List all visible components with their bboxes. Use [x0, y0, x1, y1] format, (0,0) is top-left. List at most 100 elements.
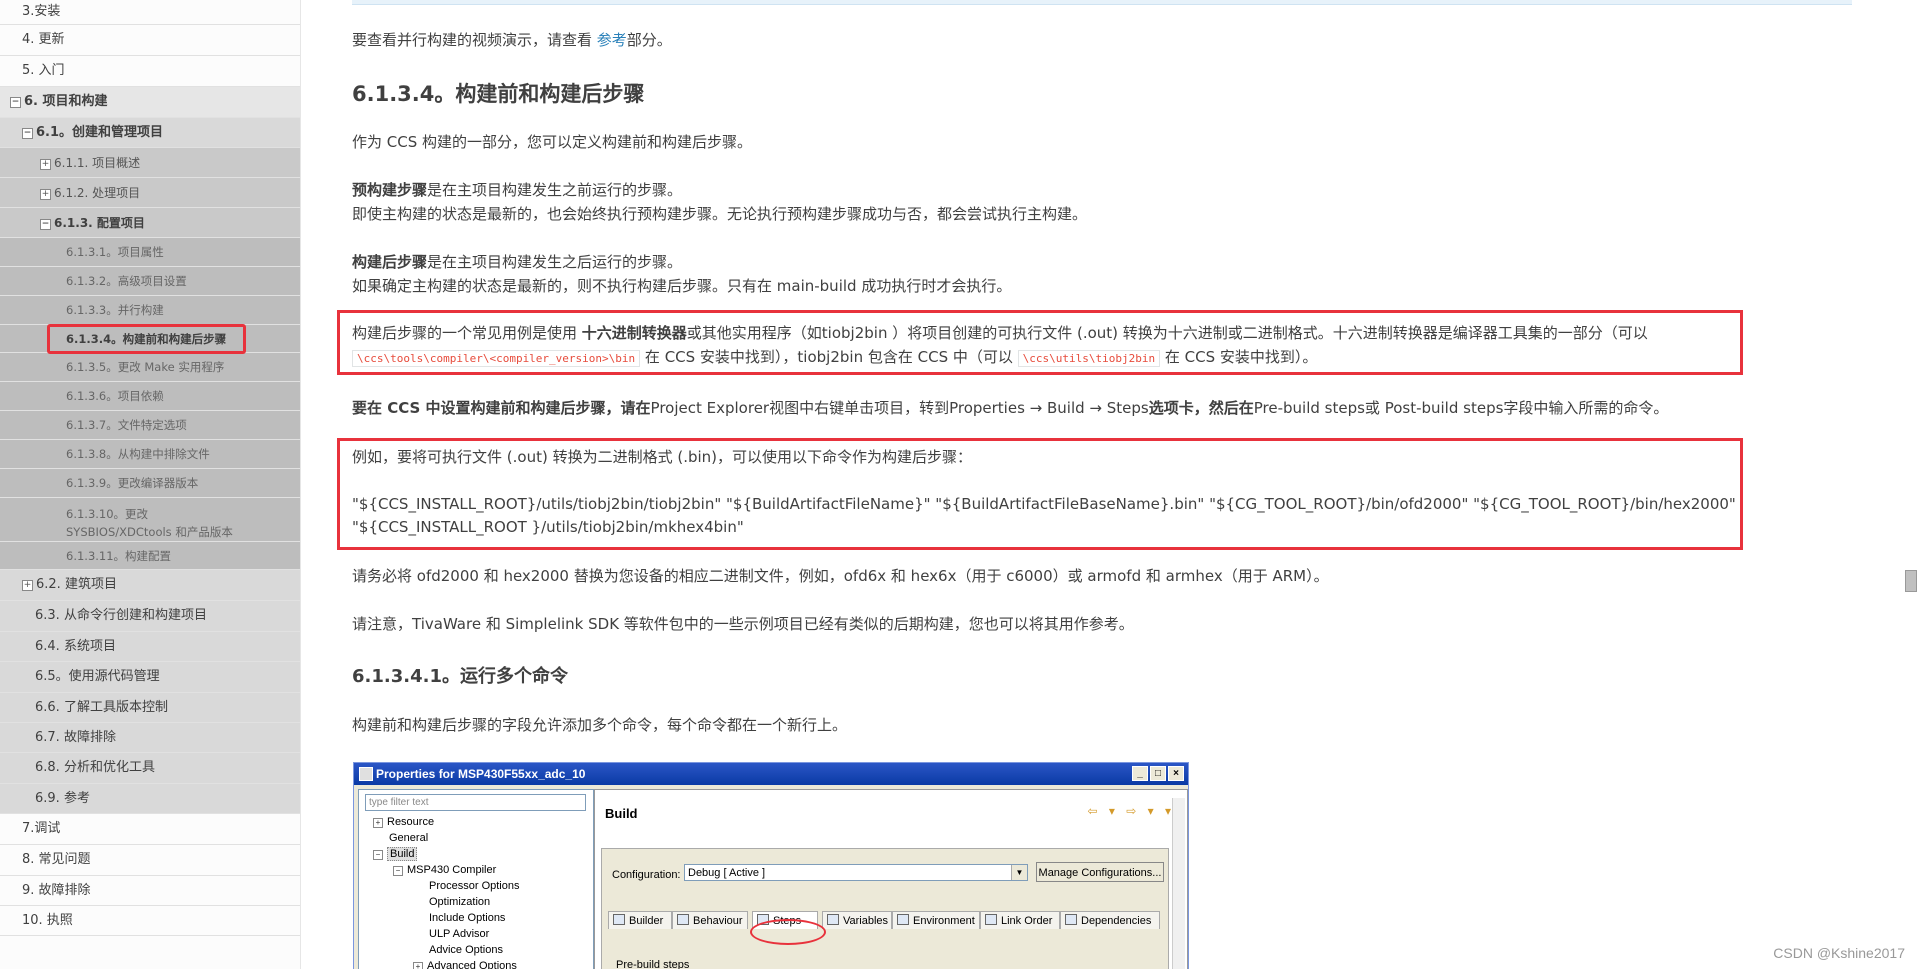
nav-item-configure-project[interactable]: −6.1.3. 配置项目: [0, 208, 300, 238]
hex-text-a: 构建后步骤的一个常见用例是使用: [352, 324, 582, 342]
intro-text-end: 部分。: [626, 31, 672, 49]
tree-item-general: General: [389, 832, 428, 844]
tree-item-advice: Advice Options: [429, 944, 503, 956]
nav-item-compiler-version[interactable]: 6.1.3.9。更改编译器版本: [0, 469, 300, 498]
tree-label: Resource: [387, 816, 435, 828]
nav-label: 8. 常见问题: [22, 852, 91, 867]
nav-item-project-deps[interactable]: 6.1.3.6。项目依赖: [0, 382, 300, 411]
nav-item-exclude-files[interactable]: 6.1.3.8。从构建中排除文件: [0, 440, 300, 469]
nav-item-troubleshooting-top[interactable]: 9. 故障排除: [0, 876, 300, 906]
nav-label: 6.1.3.11。构建配置: [66, 548, 172, 563]
nav-item-tool-versioning[interactable]: 6.6. 了解工具版本控制: [0, 693, 300, 723]
collapse-icon[interactable]: −: [10, 97, 21, 108]
nav-item-getting-started[interactable]: 5. 入门: [0, 56, 300, 87]
page-scrollbar-thumb[interactable]: [1905, 570, 1917, 592]
nav-label: 6.1.3.6。项目依赖: [66, 389, 164, 403]
nav-label: 6.8. 分析和优化工具: [35, 760, 155, 775]
expand-icon[interactable]: +: [40, 188, 51, 200]
sidebar-nav: 3.安装 4. 更新 5. 入门 −6. 项目和构建 −6.1。创建和管理项目 …: [0, 0, 301, 969]
dialog-title: Properties for MSP430F55xx_adc_10: [376, 767, 586, 781]
nav-item-debug[interactable]: 7.调试: [0, 814, 300, 845]
collapse-icon[interactable]: −: [40, 218, 51, 230]
expand-icon[interactable]: +: [22, 580, 33, 591]
link-order-icon: [985, 914, 997, 925]
nav-item-projects-build[interactable]: −6. 项目和构建: [0, 87, 300, 118]
tab-label: Builder: [629, 915, 664, 927]
tree-item-compiler: − MSP430 Compiler: [393, 864, 496, 876]
properties-dialog-image: Properties for MSP430F55xx_adc_10 _ □ × …: [353, 762, 1189, 969]
nav-item-advanced-settings[interactable]: 6.1.3.2。高级项目设置: [0, 267, 300, 296]
setup-bold-1: 要在 CCS 中设置构建前和构建后步骤，请在: [352, 399, 651, 417]
minimize-icon: _: [1132, 766, 1148, 781]
tab-label: Behaviour: [693, 915, 743, 927]
nav-item-building-projects[interactable]: +6.2. 建筑项目: [0, 570, 300, 601]
hex-text-c: 在 CCS 安装中找到），tiobj2bin 包含在 CCS 中（可以: [640, 348, 1018, 366]
tiobj2bin-path-code: \ccs\utils\tiobj2bin: [1017, 350, 1161, 367]
nav-label: 6.1.3.2。高级项目设置: [66, 274, 187, 288]
tree-item-optimization: Optimization: [429, 896, 490, 908]
nav-item-build-config[interactable]: 6.1.3.11。构建配置: [0, 542, 300, 570]
expand-icon[interactable]: +: [40, 158, 51, 170]
config-group: Configuration: Debug [ Active ] ▼ Manage …: [601, 848, 1169, 969]
dependencies-icon: [1065, 914, 1077, 925]
paragraph-intro: 作为 CCS 构建的一部分，您可以定义构建前和构建后步骤。: [352, 133, 753, 151]
config-label: Configuration:: [612, 869, 681, 881]
collapse-icon: −: [373, 850, 383, 860]
collapse-icon[interactable]: −: [22, 127, 33, 139]
tree-label: General: [389, 832, 429, 844]
nav-item-system-projects[interactable]: 6.4. 系统项目: [0, 632, 300, 662]
nav-label: 6.1.3. 配置项目: [54, 215, 145, 230]
build-settings-pane: Build ⇦ ▾ ⇨ ▾ ▾ Configuration: Debug [ A…: [594, 789, 1188, 969]
nav-item-create-manage[interactable]: −6.1。创建和管理项目: [0, 118, 300, 148]
nav-item-file-options[interactable]: 6.1.3.7。文件特定选项: [0, 411, 300, 440]
nav-label: 4. 更新: [22, 32, 65, 47]
setup-paragraph: 要在 CCS 中设置构建前和构建后步骤，请在Project Explorer视图…: [352, 397, 1668, 419]
nav-item-make-utility[interactable]: 6.1.3.5。更改 Make 实用程序: [0, 353, 300, 382]
nav-label: 6.4. 系统项目: [35, 638, 116, 654]
postbuild-def: 是在主项目构建发生之后运行的步骤。: [427, 253, 683, 271]
section-heading: 6.1.3.4。构建前和构建后步骤: [352, 82, 645, 106]
example-paragraph: 例如，要将可执行文件 (.out) 转换为二进制格式 (.bin)，可以使用以下…: [352, 448, 973, 466]
nav-item-troubleshooting[interactable]: 6.7. 故障排除: [0, 723, 300, 753]
nav-label: 6.2. 建筑项目: [36, 577, 117, 592]
nav-item-project-overview[interactable]: +6.1.1. 项目概述: [0, 148, 300, 178]
postbuild-paragraph-2: 如果确定主构建的状态是最新的，则不执行构建后步骤。只有在 main-build …: [352, 277, 1012, 295]
collapse-icon: −: [393, 866, 403, 876]
hex-paragraph-1: 构建后步骤的一个常见用例是使用 十六进制转换器或其他实用程序（如tiobj2bi…: [352, 322, 1648, 344]
postbuild-term: 构建后步骤: [352, 253, 428, 271]
chevron-down-icon: ▼: [1011, 865, 1027, 880]
nav-label: 6.1.1. 项目概述: [54, 155, 141, 170]
nav-item-parallel-build[interactable]: 6.1.3.3。并行构建: [0, 296, 300, 325]
tree-label: Build: [387, 847, 418, 861]
nav-item-reference[interactable]: 6.9. 参考: [0, 784, 300, 814]
nav-highlight-annotation: [47, 324, 246, 354]
nav-item-install[interactable]: 3.安装: [0, 0, 300, 25]
nav-label: 6. 项目和构建: [24, 94, 108, 109]
nav-item-faq[interactable]: 8. 常见问题: [0, 845, 300, 876]
hex-converter-term: 十六进制转换器: [581, 324, 687, 342]
tab-label: Link Order: [1001, 915, 1053, 927]
hex-text-d: 在 CCS 安装中找到）。: [1160, 348, 1318, 366]
nav-label: 6.1.3.5。更改 Make 实用程序: [66, 360, 225, 374]
tree-label: ULP Advisor: [429, 928, 490, 940]
nav-item-project-properties[interactable]: 6.1.3.1。项目属性: [0, 238, 300, 267]
nav-label: 6.6. 了解工具版本控制: [35, 699, 168, 715]
nav-item-working-projects[interactable]: +6.1.2. 处理项目: [0, 178, 300, 208]
nav-item-sysbios-version[interactable]: 6.1.3.10。更改 SYSBIOS/XDCtools 和产品版本: [0, 498, 300, 542]
tab-builder: Builder: [608, 911, 672, 929]
reference-link[interactable]: 参考: [597, 31, 627, 49]
nav-item-update[interactable]: 4. 更新: [0, 25, 300, 56]
steps-annotation-ring: [750, 919, 826, 945]
tab-label: Environment: [913, 915, 975, 927]
nav-label: 9. 故障排除: [22, 882, 91, 898]
dialog-scrollbar: [1172, 798, 1185, 969]
tree-label: Optimization: [429, 896, 491, 908]
nav-label: 10. 执照: [22, 912, 73, 928]
nav-item-analysis-tools[interactable]: 6.8. 分析和优化工具: [0, 753, 300, 784]
main-content: 要查看并行构建的视频演示，请查看 参考部分。 6.1.3.4。构建前和构建后步骤…: [300, 0, 1920, 969]
nav-item-license[interactable]: 10. 执照: [0, 906, 300, 936]
watermark: CSDN @Kshine2017: [1773, 945, 1905, 961]
tree-item-resource: + Resource: [373, 816, 434, 828]
nav-item-cmdline[interactable]: 6.3. 从命令行创建和构建项目: [0, 601, 300, 632]
nav-item-source-control[interactable]: 6.5。使用源代码管理: [0, 662, 300, 693]
